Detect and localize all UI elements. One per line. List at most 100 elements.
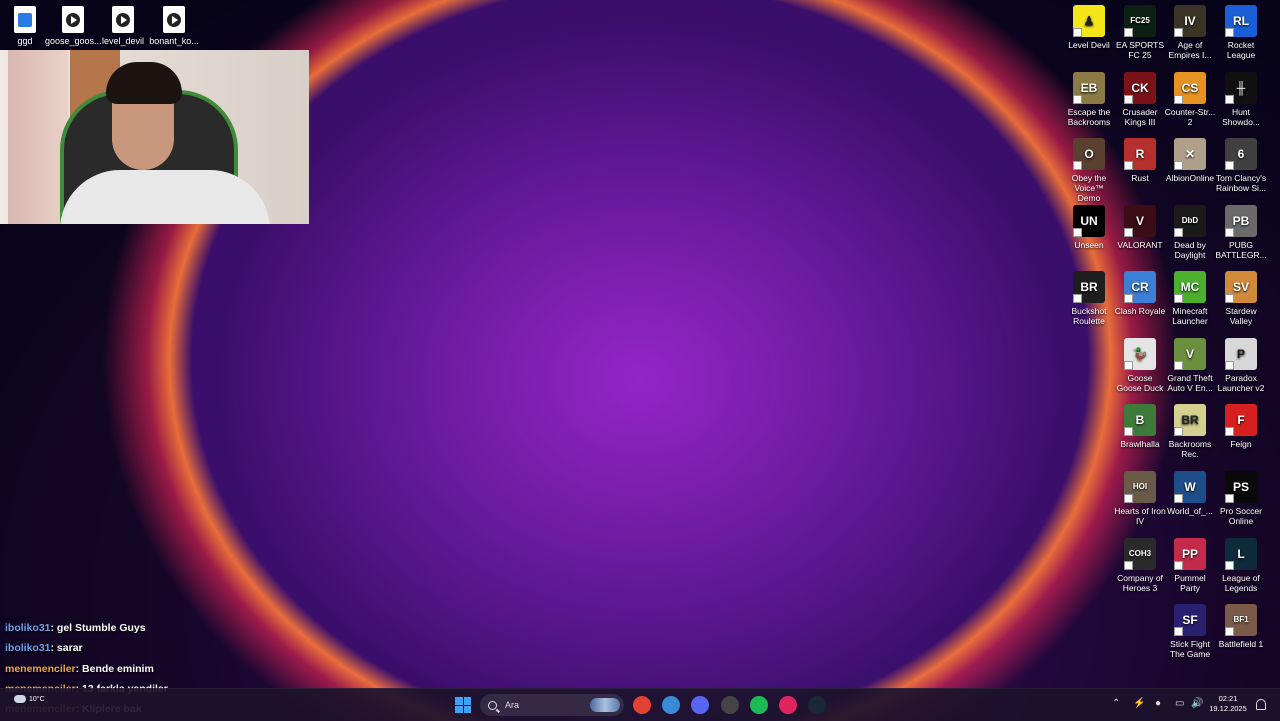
cloud-icon <box>14 695 26 703</box>
chat-text: : sarar <box>50 642 83 655</box>
desktop-shortcut[interactable]: MC Minecraft Launcher <box>1164 271 1216 326</box>
search-placeholder: Ara <box>505 700 520 710</box>
desktop-shortcut[interactable]: CK Crusader Kings III <box>1114 72 1166 127</box>
chat-message: iboliko31: gel Stumble Guys <box>5 620 168 640</box>
desktop-shortcut[interactable]: B Brawlhalla <box>1114 404 1166 449</box>
start-button[interactable] <box>455 697 471 713</box>
desktop-shortcut[interactable]: CS Counter-Str... 2 <box>1164 72 1216 127</box>
desktop-shortcut[interactable]: PP Pummel Party <box>1164 538 1216 593</box>
shortcut-label: Paradox Launcher v2 <box>1217 373 1265 393</box>
desktop-shortcut[interactable]: W World_of_... <box>1164 471 1216 516</box>
taskbar: 10°C Ara ⌃ ⚡ ● ▭ 🔊 02:21 19.12.2025 <box>0 688 1280 721</box>
desktop-shortcut[interactable]: FC25 EA SPORTS FC 25 <box>1114 5 1166 60</box>
shortcut-label: Dead by Daylight <box>1174 240 1206 260</box>
shortcut-label: Feign <box>1230 439 1252 449</box>
chevron-up-icon[interactable]: ⌃ <box>1112 698 1120 709</box>
chat-username: iboliko31 <box>5 622 51 634</box>
discord-icon[interactable] <box>691 696 709 714</box>
desktop-shortcut[interactable]: BR Backrooms Rec. <box>1164 404 1216 459</box>
shortcut-label: Tom Clancy's Rainbow Si... <box>1215 173 1267 193</box>
app-icon: CK <box>1124 72 1156 104</box>
desktop-shortcut[interactable]: BR Buckshot Roulette <box>1063 271 1115 326</box>
shortcut-label: Minecraft Launcher <box>1172 306 1208 326</box>
app-icon: O <box>1073 138 1105 170</box>
display-icon[interactable]: ▭ <box>1175 698 1184 709</box>
shortcut-label: Hearts of Iron IV <box>1114 506 1166 526</box>
volume-icon[interactable]: 🔊 <box>1191 698 1203 709</box>
steam-icon[interactable] <box>808 696 826 714</box>
app-icon: SF <box>1174 604 1206 636</box>
desktop-shortcut[interactable]: CR Clash Royale <box>1114 271 1166 316</box>
steam-alt-icon[interactable] <box>721 696 739 714</box>
desktop-shortcut[interactable]: EB Escape the Backrooms <box>1063 72 1115 127</box>
app-icon: PB <box>1225 205 1257 237</box>
desktop-file[interactable]: bonant_ko... <box>146 6 202 46</box>
desktop-shortcut[interactable]: V Grand Theft Auto V En... <box>1164 338 1216 393</box>
app-icon: RL <box>1225 5 1257 37</box>
shortcut-label: Clash Royale <box>1114 306 1166 316</box>
app-icon: PP <box>1174 538 1206 570</box>
clock-date: 19.12.2025 <box>1209 704 1247 713</box>
app-icon[interactable] <box>662 696 680 714</box>
shortcut-label: Level Devil <box>1068 40 1110 50</box>
desktop-shortcut[interactable]: F Feign <box>1215 404 1267 449</box>
desktop-shortcut[interactable]: 6 Tom Clancy's Rainbow Si... <box>1215 138 1267 193</box>
desktop-shortcut[interactable]: IV Age of Empires I... <box>1164 5 1216 60</box>
chat-message: menemenciler: Bende eminim <box>5 661 168 681</box>
desktop-shortcut[interactable]: PS Pro Soccer Online <box>1215 471 1267 526</box>
webcam-overlay <box>0 50 309 224</box>
desktop-shortcut[interactable]: ♟ Level Devil <box>1063 5 1115 50</box>
search-highlight-image <box>590 698 620 712</box>
desktop-shortcut[interactable]: RL Rocket League <box>1215 5 1267 60</box>
app-icon: MC <box>1174 271 1206 303</box>
shortcut-label: Rust <box>1131 173 1149 183</box>
app-icon: BF1 <box>1225 604 1257 636</box>
chrome-icon[interactable] <box>633 696 651 714</box>
desktop-shortcut[interactable]: V VALORANT <box>1114 205 1166 250</box>
shortcut-label: Brawlhalla <box>1120 439 1160 449</box>
desktop-file-label: level_devil <box>101 36 145 46</box>
tiktok-icon[interactable] <box>779 696 797 714</box>
shortcut-label: AlbionOnline <box>1165 173 1215 183</box>
desktop-shortcut[interactable]: COH3 Company of Heroes 3 <box>1114 538 1166 593</box>
app-icon: ♟ <box>1073 5 1105 37</box>
shortcut-label: Hunt Showdo... <box>1222 107 1260 127</box>
search-icon <box>488 700 497 710</box>
desktop-shortcut[interactable]: 🦆 Goose Goose Duck <box>1114 338 1166 393</box>
desktop-shortcut[interactable]: R Rust <box>1114 138 1166 183</box>
notification-icon[interactable] <box>1256 699 1266 710</box>
desktop-shortcut[interactable]: ╫ Hunt Showdo... <box>1215 72 1267 127</box>
desktop-file[interactable]: level_devil <box>95 6 151 46</box>
app-icon: DbD <box>1174 205 1206 237</box>
desktop-file-label: bonant_ko... <box>149 36 199 46</box>
desktop-shortcut[interactable]: P Paradox Launcher v2 <box>1215 338 1267 393</box>
document-file-icon <box>14 6 36 33</box>
network-icon[interactable]: ⚡ <box>1133 698 1145 709</box>
desktop-shortcut[interactable]: PB PUBG BATTLEGR... <box>1215 205 1267 260</box>
video-file-icon <box>62 6 84 33</box>
desktop-shortcut[interactable]: ✕ AlbionOnline <box>1164 138 1216 183</box>
desktop-shortcut[interactable]: SF Stick Fight The Game <box>1164 604 1216 659</box>
shortcut-label: Backrooms Rec. <box>1168 439 1212 459</box>
desktop-shortcut[interactable]: BF1 Battlefield 1 <box>1215 604 1267 649</box>
desktop-shortcut[interactable]: HOI Hearts of Iron IV <box>1114 471 1166 526</box>
desktop-shortcut[interactable]: DbD Dead by Daylight <box>1164 205 1216 260</box>
spotify-icon[interactable] <box>750 696 768 714</box>
desktop-shortcut[interactable]: SV Stardew Valley <box>1215 271 1267 326</box>
shortcut-label: Unseen <box>1074 240 1104 250</box>
app-icon: CS <box>1174 72 1206 104</box>
shortcut-label: Escape the Backrooms <box>1067 107 1111 127</box>
mic-icon[interactable]: ● <box>1155 698 1161 709</box>
chat-username: menemenciler <box>5 662 76 675</box>
clock[interactable]: 02:21 19.12.2025 <box>1204 694 1252 714</box>
desktop-shortcut[interactable]: L League of Legends <box>1215 538 1267 593</box>
taskbar-search[interactable]: Ara <box>480 694 624 716</box>
weather-temp: 10°C <box>29 695 45 703</box>
shortcut-label: VALORANT <box>1117 240 1163 250</box>
desktop-file[interactable]: goose_goos... <box>45 6 102 46</box>
desktop-shortcut[interactable]: O Obey the Voice™ Demo <box>1063 138 1115 203</box>
weather-widget[interactable]: 10°C <box>14 695 45 703</box>
desktop-shortcut[interactable]: UN Unseen <box>1063 205 1115 250</box>
shortcut-label: World_of_... <box>1167 506 1213 516</box>
shortcut-label: Rocket League <box>1226 40 1256 60</box>
